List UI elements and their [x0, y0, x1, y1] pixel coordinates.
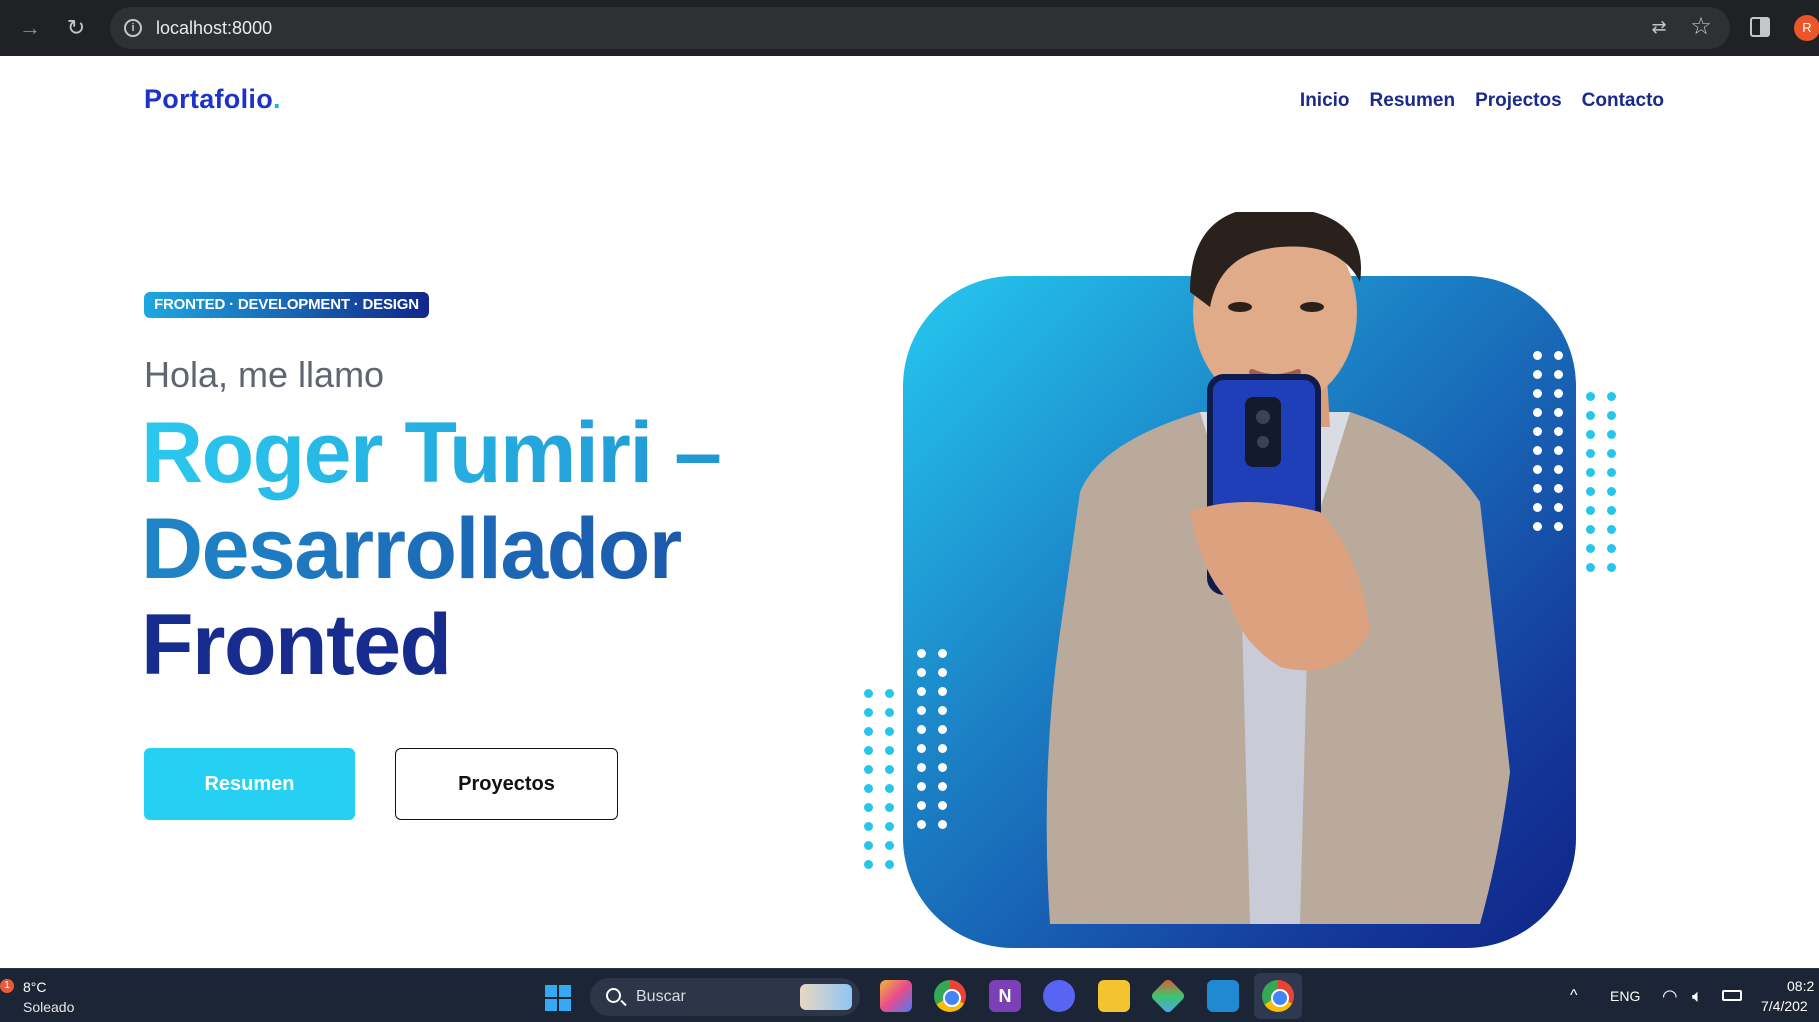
address-bar[interactable]: i localhost:8000 ⇄ ☆: [110, 7, 1730, 49]
windows-start-icon[interactable]: [545, 985, 571, 1011]
side-panel-icon[interactable]: [1750, 17, 1770, 37]
logo-text: Portafolio: [144, 84, 273, 114]
weather-temperature[interactable]: 8°C: [23, 979, 47, 995]
clock-date[interactable]: 7/4/202: [1761, 998, 1808, 1014]
copilot-icon[interactable]: [880, 980, 912, 1012]
search-icon: [606, 988, 621, 1003]
hero-greeting: Hola, me llamo: [144, 354, 385, 395]
discord-icon[interactable]: [1043, 980, 1075, 1012]
search-placeholder: Buscar: [636, 988, 686, 1005]
logo-dot: .: [273, 84, 281, 114]
decorative-dots-right-outer: [1580, 387, 1622, 577]
file-explorer-icon[interactable]: [1098, 980, 1130, 1012]
battery-icon[interactable]: [1722, 990, 1742, 1001]
profile-avatar[interactable]: R: [1794, 15, 1819, 41]
decorative-dots-left-inner: [911, 644, 953, 834]
git-icon[interactable]: [1149, 977, 1187, 1015]
search-highlight-image: [800, 984, 852, 1010]
main-nav: Inicio Resumen Projectos Contacto: [1300, 90, 1664, 112]
wifi-icon[interactable]: ◠: [1662, 986, 1678, 1007]
forward-icon[interactable]: →: [16, 14, 44, 42]
hero-title: Roger Tumiri – Desarrollador Fronted: [141, 405, 801, 693]
profile-photo: [1046, 212, 1510, 924]
hero-title-line2: Desarrollador: [141, 501, 801, 597]
site-info-icon[interactable]: i: [124, 19, 142, 37]
browser-toolbar: → ↻ i localhost:8000 ⇄ ☆ R: [0, 0, 1819, 56]
site-logo[interactable]: Portafolio.: [144, 84, 281, 115]
proyectos-button[interactable]: Proyectos: [395, 748, 618, 820]
volume-icon[interactable]: 🔈︎: [1692, 986, 1703, 1007]
decorative-dots-left-outer: [858, 684, 900, 874]
vscode-icon[interactable]: [1207, 980, 1239, 1012]
weather-notification-badge: 1: [0, 979, 14, 993]
input-language[interactable]: ENG: [1610, 988, 1640, 1004]
nav-link-contacto[interactable]: Contacto: [1582, 90, 1664, 112]
taskbar-search[interactable]: Buscar: [590, 978, 860, 1016]
bookmark-star-icon[interactable]: ☆: [1688, 14, 1714, 40]
tray-chevron-up-icon[interactable]: ^: [1570, 987, 1578, 1005]
nav-link-resumen[interactable]: Resumen: [1370, 90, 1456, 112]
reload-icon[interactable]: ↻: [62, 14, 90, 42]
hero-title-line3: Fronted: [141, 597, 801, 693]
decorative-dots-right-inner: [1527, 346, 1569, 536]
resumen-button[interactable]: Resumen: [144, 748, 355, 820]
onenote-icon[interactable]: N: [989, 980, 1021, 1012]
nav-link-projectos[interactable]: Projectos: [1475, 90, 1562, 112]
clock-time[interactable]: 08:2: [1787, 978, 1814, 994]
nav-link-inicio[interactable]: Inicio: [1300, 90, 1350, 112]
translate-icon[interactable]: ⇄: [1648, 17, 1670, 39]
hero-title-line1: Roger Tumiri –: [141, 405, 801, 501]
chrome-profile-icon[interactable]: [1262, 980, 1294, 1012]
weather-condition[interactable]: Soleado: [23, 999, 74, 1015]
url-text[interactable]: localhost:8000: [156, 18, 272, 39]
windows-taskbar: 1 8°C Soleado Buscar N ^ ENG ◠ 🔈︎ 08:2 7…: [0, 968, 1819, 1022]
chrome-icon[interactable]: [934, 980, 966, 1012]
hero-tag-badge: FRONTED · DEVELOPMENT · DESIGN: [144, 292, 429, 318]
